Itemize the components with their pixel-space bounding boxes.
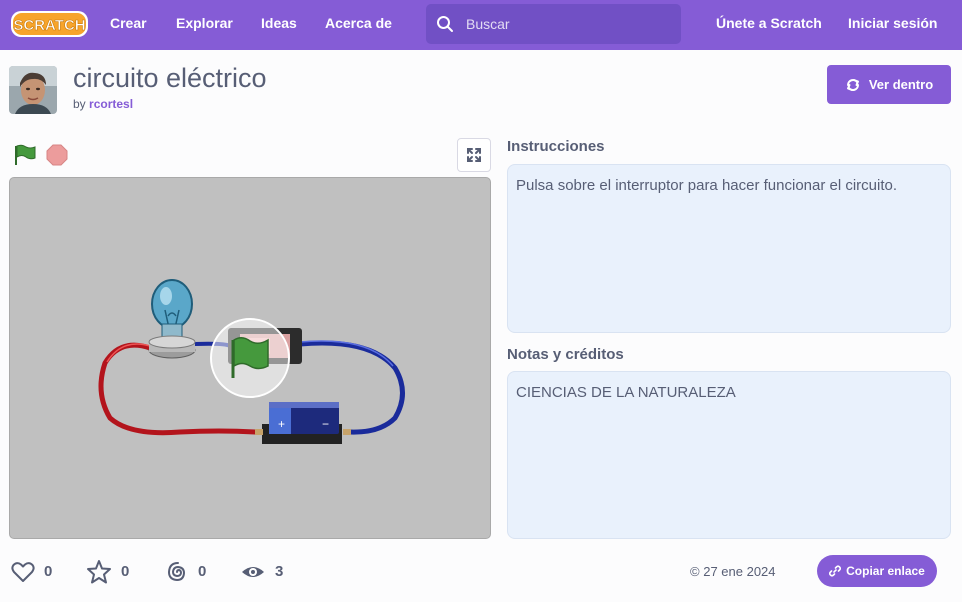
author-link[interactable]: rcortesl (89, 97, 133, 111)
notes-heading: Notas y créditos (507, 346, 624, 363)
instructions-heading: Instrucciones (507, 138, 605, 155)
circuit-scene: + − (98, 279, 405, 444)
green-flag-icon[interactable] (13, 144, 37, 166)
project-title: circuito eléctrico (73, 63, 267, 93)
battery-plus: + (278, 417, 285, 431)
fullscreen-button[interactable] (457, 138, 491, 172)
join-link[interactable]: Únete a Scratch (716, 15, 822, 31)
stop-icon[interactable] (46, 144, 68, 166)
search-box (426, 4, 681, 44)
start-flag-overlay[interactable] (210, 318, 290, 398)
eye-icon (242, 567, 264, 577)
project-stage[interactable]: + − (9, 177, 491, 539)
nav-explore[interactable]: Explorar (176, 15, 233, 31)
see-inside-button[interactable]: Ver dentro (827, 65, 951, 104)
see-inside-label: Ver dentro (868, 77, 934, 92)
byline: by rcortesl (73, 97, 133, 111)
loves-count: 0 (44, 563, 53, 580)
battery-icon: + − (255, 402, 351, 444)
heart-icon[interactable] (10, 559, 36, 585)
search-icon (437, 16, 453, 32)
views-count: 3 (275, 563, 284, 580)
fullscreen-icon (467, 148, 481, 162)
copy-link-button[interactable]: Copiar enlace (817, 555, 937, 587)
remix-spiral-icon (167, 562, 186, 582)
copy-link-label: Copiar enlace (846, 564, 925, 578)
nav-ideas[interactable]: Ideas (261, 15, 297, 31)
link-icon (829, 565, 842, 577)
favorites-count: 0 (121, 563, 130, 580)
instructions-text: Pulsa sobre el interruptor para hacer fu… (507, 164, 951, 333)
light-bulb-icon (148, 279, 196, 359)
search-input[interactable] (466, 12, 671, 36)
remixes-count: 0 (198, 563, 207, 580)
logo-text: SCRATCH (13, 17, 85, 34)
remix-arrows-icon (846, 78, 859, 91)
notes-text: CIENCIAS DE LA NATURALEZA (507, 371, 951, 539)
nav-about[interactable]: Acerca de (325, 15, 392, 31)
top-nav: SCRATCH Crear Explorar Ideas Acerca de Ú… (0, 0, 962, 50)
by-label: by (73, 97, 86, 111)
share-date: © 27 ene 2024 (690, 564, 776, 579)
star-icon[interactable] (86, 559, 112, 585)
signin-link[interactable]: Iniciar sesión (848, 15, 937, 31)
scratch-logo[interactable]: SCRATCH (10, 9, 89, 39)
avatar[interactable] (9, 66, 57, 114)
battery-minus: − (322, 417, 329, 431)
nav-create[interactable]: Crear (110, 15, 147, 31)
copyright-icon: © (690, 564, 700, 579)
date-text: 27 ene 2024 (703, 564, 776, 579)
